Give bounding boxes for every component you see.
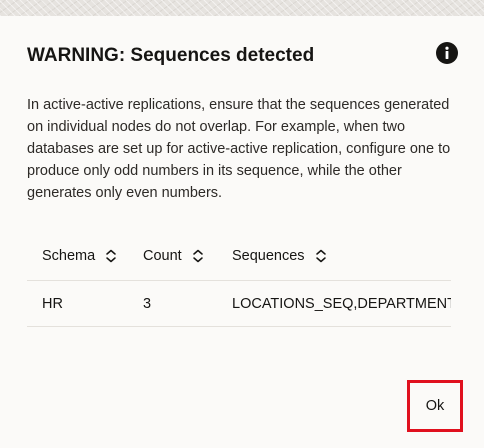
warning-message: In active-active replications, ensure th… bbox=[27, 97, 451, 201]
column-header-schema[interactable]: Schema bbox=[27, 232, 128, 281]
column-header-label: Sequences bbox=[232, 248, 305, 264]
page: WARNING: Sequences detected In active-ac… bbox=[0, 0, 484, 448]
cell-sequences: LOCATIONS_SEQ,DEPARTMENTS_SEQ,EMPLOYEES_… bbox=[217, 280, 451, 327]
cell-schema: HR bbox=[27, 280, 128, 327]
ok-button-highlight: Ok bbox=[407, 380, 463, 432]
table-header-row: Schema Count Sequences bbox=[27, 232, 451, 281]
column-header-label: Count bbox=[143, 248, 182, 264]
sort-icon[interactable] bbox=[315, 249, 327, 263]
column-header-sequences[interactable]: Sequences bbox=[217, 232, 451, 281]
dialog-title: WARNING: Sequences detected bbox=[27, 45, 315, 66]
ok-button[interactable]: Ok bbox=[413, 386, 457, 426]
table-row[interactable]: HR 3 LOCATIONS_SEQ,DEPARTMENTS_SEQ,EMPLO… bbox=[27, 280, 451, 327]
background-strip bbox=[0, 0, 484, 16]
sequences-table: Schema Count Sequences HR 3 LOCATIONS_SE… bbox=[27, 232, 451, 327]
sort-icon[interactable] bbox=[105, 249, 117, 263]
dialog-footer: Ok bbox=[0, 380, 484, 448]
cell-count: 3 bbox=[128, 280, 217, 327]
warning-dialog: WARNING: Sequences detected In active-ac… bbox=[0, 16, 484, 448]
column-header-label: Schema bbox=[42, 248, 96, 264]
info-icon[interactable] bbox=[436, 42, 458, 64]
column-header-count[interactable]: Count bbox=[128, 232, 217, 281]
sort-icon[interactable] bbox=[192, 249, 204, 263]
